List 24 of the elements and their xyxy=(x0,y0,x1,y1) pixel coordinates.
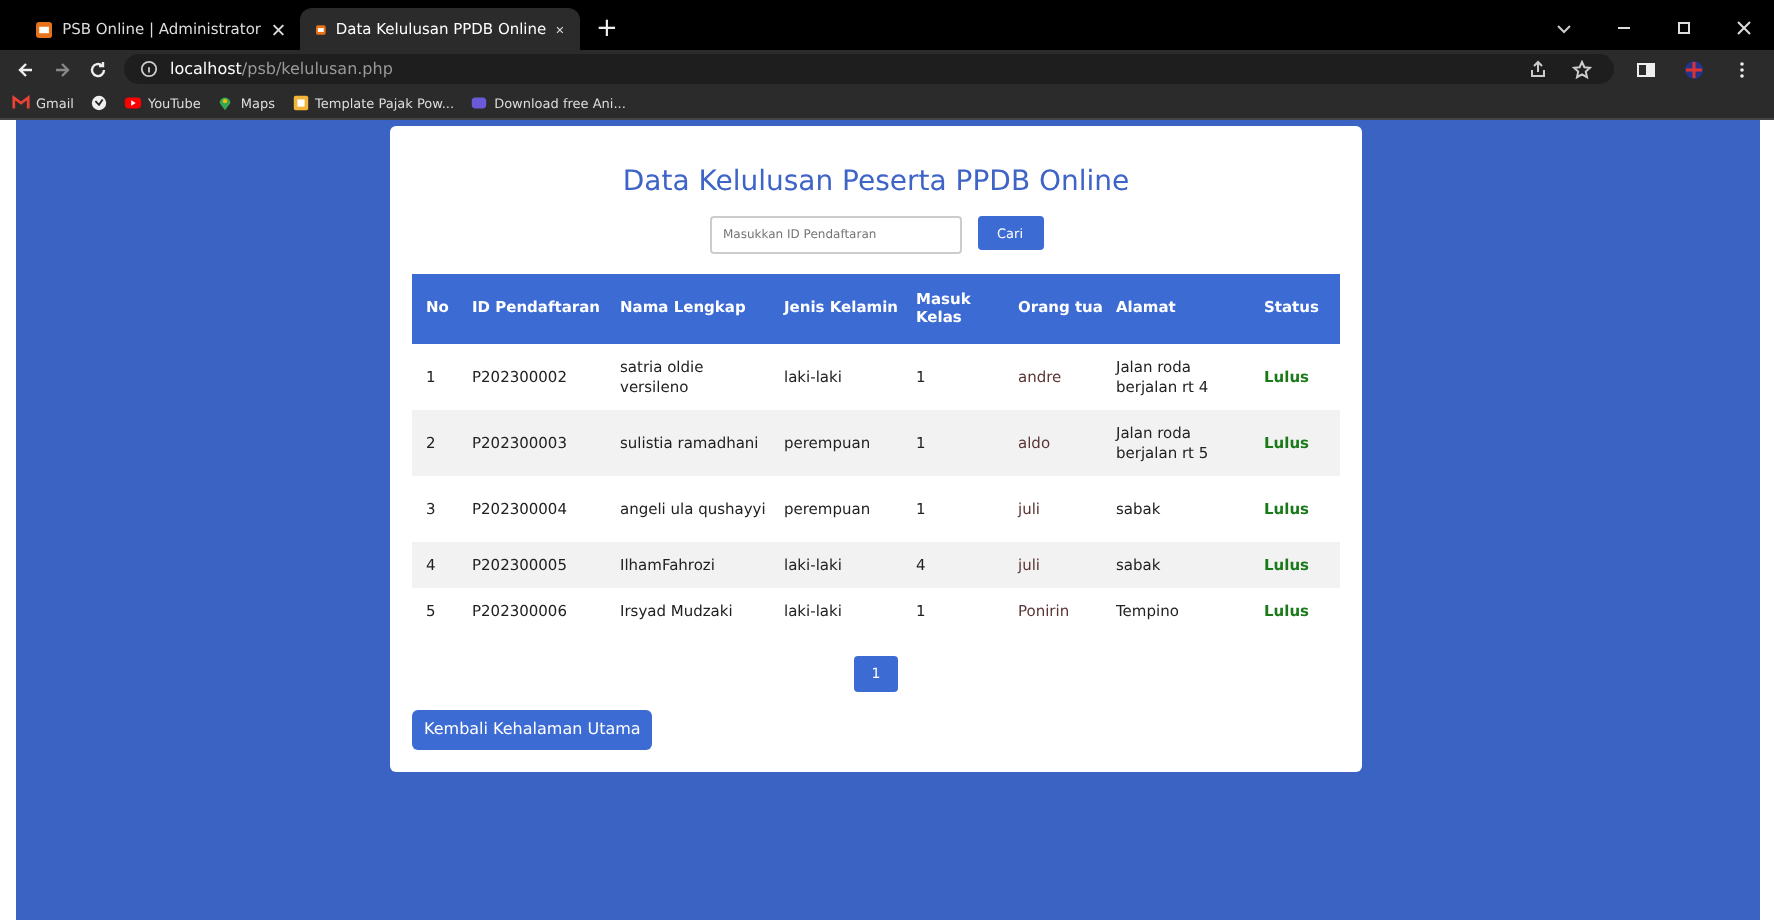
play-icon[interactable] xyxy=(123,94,142,112)
close-icon[interactable] xyxy=(1734,18,1754,38)
site-icon xyxy=(316,19,326,39)
share-icon[interactable] xyxy=(1528,59,1548,79)
url-text: localhost/psb/kelulusan.php xyxy=(170,60,393,78)
site-icon xyxy=(36,19,53,39)
map-pin-icon[interactable] xyxy=(216,94,235,112)
info-icon xyxy=(140,60,158,78)
close-icon[interactable] xyxy=(271,21,284,37)
new-tab-button[interactable]: + xyxy=(596,14,618,44)
close-icon[interactable] xyxy=(556,21,564,37)
site-icon[interactable] xyxy=(470,94,489,112)
mail-icon[interactable] xyxy=(12,94,30,112)
forward-arrow-icon[interactable] xyxy=(52,59,72,79)
back-arrow-icon[interactable] xyxy=(16,59,36,79)
maximize-icon[interactable] xyxy=(1674,18,1694,38)
address-field[interactable]: localhost/psb/kelulusan.php xyxy=(124,54,1614,84)
star-icon[interactable] xyxy=(1572,59,1592,79)
profile-avatar-icon[interactable] xyxy=(1684,59,1704,79)
back-button[interactable]: Kembali Kehalaman Utama xyxy=(412,709,653,749)
reload-icon[interactable] xyxy=(88,59,108,79)
side-panel-icon[interactable] xyxy=(1636,59,1656,79)
document-icon[interactable] xyxy=(291,94,310,112)
page-title: Data Kelulusan Peserta PPDB Online xyxy=(620,166,1132,198)
